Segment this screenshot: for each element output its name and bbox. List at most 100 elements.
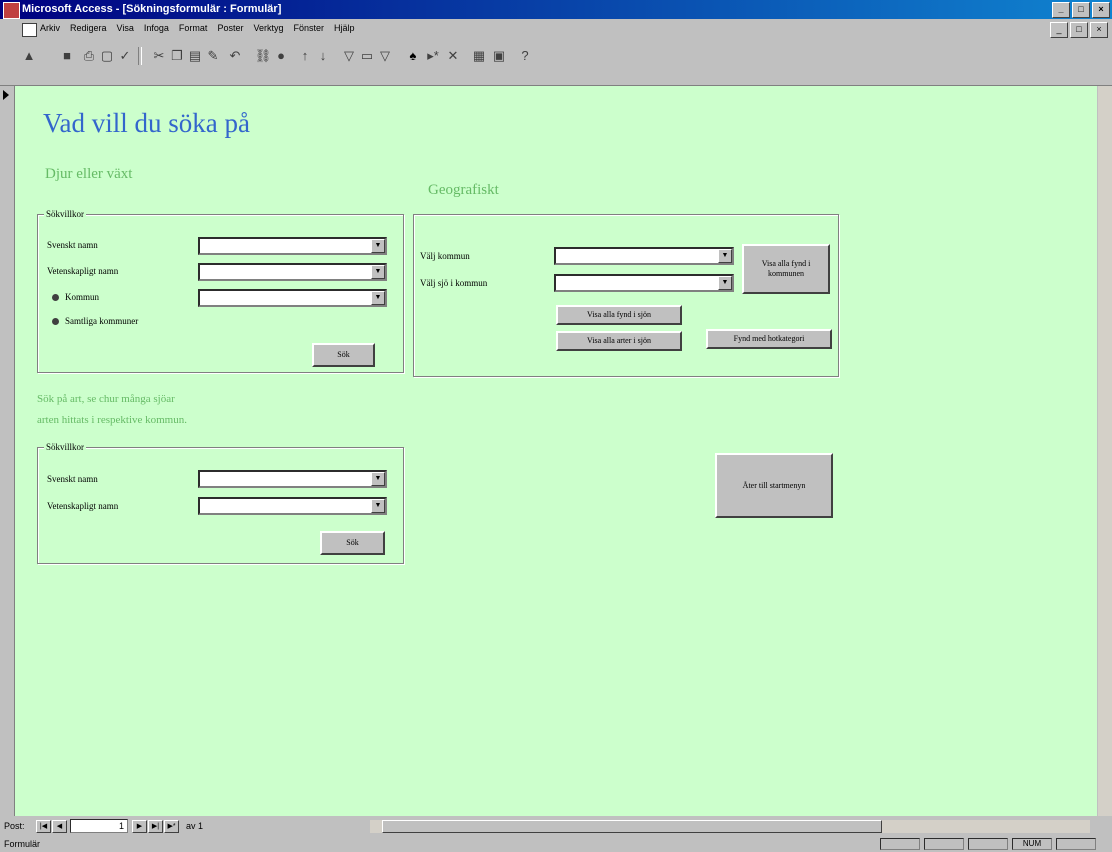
horizontal-scrollbar[interactable] [370,820,1090,833]
status-panel-2 [924,838,964,850]
art-search-button[interactable]: Sök [320,531,385,555]
menu-fonster[interactable]: Fönster [293,23,324,33]
dropdown-arrow-icon[interactable]: ▼ [371,265,385,279]
new-object-icon[interactable]: ▣ [490,47,508,65]
djur-vetenskapligt-combo[interactable]: ▼ [198,263,387,281]
title-bar: Microsoft Access - [Sökningsformulär : F… [0,0,1112,19]
search-form: Vad vill du söka på Djur eller växt Sökv… [15,86,1097,816]
first-record-icon[interactable]: |◀ [36,820,51,833]
find-icon[interactable]: ♠ [404,47,422,65]
status-panel-1 [880,838,920,850]
num-lock-indicator: NUM [1012,838,1052,850]
post-label: Post: [4,821,25,831]
geo-kommun-label: Välj kommun [420,251,470,261]
spelling-icon[interactable]: ✓ [116,47,134,65]
close-button[interactable]: × [1092,2,1110,18]
back-to-main-menu-button[interactable]: Åter till startmenyn [715,453,833,518]
menu-arkiv[interactable]: Arkiv [40,23,60,33]
sort-descending-icon[interactable]: ↓ [314,47,332,65]
last-record-icon[interactable]: ▶| [148,820,163,833]
horizontal-scroll-thumb[interactable] [382,820,882,833]
art-svenskt-combo[interactable]: ▼ [198,470,387,488]
geo-kommun-combo[interactable]: ▼ [554,247,734,265]
fynd-hotkategori-button[interactable]: Fynd med hotkategori [706,329,832,349]
design-view-icon[interactable]: ▲ [20,47,38,65]
visa-alla-fynd-sjo-button[interactable]: Visa alla fynd i sjön [556,305,682,325]
art-frame-label: Sökvillkor [44,442,87,452]
filter-by-selection-icon[interactable]: ▽ [340,47,358,65]
menu-format[interactable]: Format [179,23,208,33]
menu-redigera[interactable]: Redigera [70,23,107,33]
form-document-icon[interactable] [22,23,37,37]
status-text: Formulär [4,839,41,849]
record-selector[interactable] [0,86,15,816]
record-number-field[interactable]: 1 [70,819,128,833]
filter-by-form-icon[interactable]: ▭ [358,47,376,65]
dropdown-arrow-icon[interactable]: ▼ [371,472,385,486]
database-window-icon[interactable]: ▦ [470,47,488,65]
cut-icon[interactable]: ✂ [150,47,168,65]
djur-vetenskapligt-label: Vetenskapligt namn [47,266,119,276]
window-title: Microsoft Access - [Sökningsformulär : F… [22,3,282,15]
radio-icon[interactable] [52,294,59,302]
form-heading: Vad vill du söka på [43,108,250,138]
access-app-icon[interactable] [3,2,20,19]
apply-filter-icon[interactable]: ▽ [376,47,394,65]
minimize-button[interactable]: _ [1052,2,1070,18]
next-record-icon[interactable]: ▶ [132,820,147,833]
sort-ascending-icon[interactable]: ↑ [296,47,314,65]
geo-sjo-combo[interactable]: ▼ [554,274,734,292]
kommun-option[interactable]: Kommun [52,292,99,302]
print-preview-icon[interactable]: ▢ [98,47,116,65]
undo-icon[interactable]: ↶ [226,47,244,65]
dropdown-arrow-icon[interactable]: ▼ [718,276,732,290]
delete-record-icon[interactable]: ✕ [444,47,462,65]
menu-hjalp[interactable]: Hjälp [334,23,355,33]
geo-section-title: Geografiskt [428,182,499,198]
radio-icon[interactable] [52,318,59,326]
dropdown-arrow-icon[interactable]: ▼ [371,239,385,253]
vertical-scrollbar[interactable] [1098,86,1112,816]
menu-poster[interactable]: Poster [217,23,243,33]
samtliga-option[interactable]: Samtliga kommuner [52,316,138,326]
art-intro-line1: Sök på art, se chur många sjöar [37,393,175,405]
mdi-minimize-button[interactable]: _ [1050,22,1068,38]
current-record-arrow-icon [3,90,9,100]
art-criteria-frame: Sökvillkor Svenskt namn ▼ Vetenskapligt … [37,442,404,564]
menu-bar: Arkiv Redigera Visa Infoga Format Poster… [0,19,1112,41]
format-painter-icon[interactable]: ✎ [204,47,222,65]
toolbar-separator [138,47,142,65]
dropdown-arrow-icon[interactable]: ▼ [371,291,385,305]
status-panel-5 [1056,838,1096,850]
djur-frame-label: Sökvillkor [44,209,87,219]
print-icon[interactable]: ⎙ [80,47,98,65]
mdi-close-button[interactable]: × [1090,22,1108,38]
new-record-nav-icon[interactable]: ▶* [164,820,179,833]
menu-visa[interactable]: Visa [117,23,134,33]
djur-kommun-combo[interactable]: ▼ [198,289,387,307]
art-vetenskapligt-combo[interactable]: ▼ [198,497,387,515]
art-svenskt-label: Svenskt namn [47,474,98,484]
djur-svenskt-label: Svenskt namn [47,240,98,250]
menu-verktyg[interactable]: Verktyg [253,23,283,33]
dropdown-arrow-icon[interactable]: ▼ [718,249,732,263]
web-toolbar-icon[interactable]: ● [272,47,290,65]
visa-alla-arter-sjo-button[interactable]: Visa alla arter i sjön [556,331,682,351]
new-record-icon[interactable]: ▸* [424,47,442,65]
djur-search-button[interactable]: Sök [312,343,375,367]
insert-hyperlink-icon[interactable]: ⛓ [254,47,272,65]
dropdown-arrow-icon[interactable]: ▼ [371,499,385,513]
djur-criteria-frame: Sökvillkor Svenskt namn ▼ Vetenskapligt … [37,209,404,373]
djur-section-title: Djur eller växt [45,166,133,182]
restore-button[interactable]: □ [1072,2,1090,18]
djur-svenskt-combo[interactable]: ▼ [198,237,387,255]
copy-icon[interactable]: ❐ [168,47,186,65]
save-icon[interactable]: ■ [58,47,76,65]
art-vetenskapligt-label: Vetenskapligt namn [47,501,119,511]
menu-infoga[interactable]: Infoga [144,23,169,33]
paste-icon[interactable]: ▤ [186,47,204,65]
visa-alla-fynd-kommun-button[interactable]: Visa alla fynd i kommunen [742,244,830,294]
mdi-restore-button[interactable]: □ [1070,22,1088,38]
help-icon[interactable]: ? [516,47,534,65]
previous-record-icon[interactable]: ◀ [52,820,67,833]
